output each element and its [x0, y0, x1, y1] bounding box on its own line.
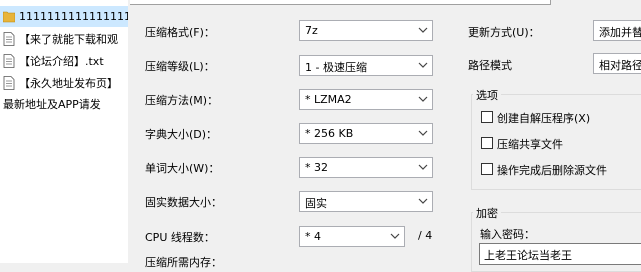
delete-source-checkbox[interactable]	[481, 163, 493, 175]
level-select[interactable]: 1 - 极速压缩	[299, 55, 433, 76]
password-input[interactable]: 上老王论坛当老王	[479, 243, 641, 265]
chevron-down-icon	[418, 27, 428, 33]
file-name: 【来了就能下载和观	[19, 33, 118, 46]
sfx-label: 创建自解压程序(X)	[497, 112, 591, 125]
cpu-total: / 4	[418, 229, 433, 242]
text-file-icon	[3, 76, 15, 90]
file-list-item[interactable]: 【来了就能下载和观	[0, 29, 128, 50]
chevron-down-icon	[418, 130, 428, 136]
format-value: 7z	[305, 24, 318, 37]
update-value: 添加并替	[599, 26, 641, 39]
word-value: * 32	[305, 161, 328, 174]
file-name: 【永久地址发布页】	[19, 77, 118, 90]
word-label: 单词大小(W)：	[145, 162, 220, 175]
cpu-label: CPU 线程数：	[145, 231, 215, 244]
path-label: 路径模式	[468, 59, 512, 72]
update-label: 更新方式(U)：	[468, 26, 540, 39]
dict-select[interactable]: * 256 KB	[299, 123, 433, 144]
chevron-down-icon	[390, 233, 400, 239]
text-file-icon	[3, 54, 15, 68]
file-name: 最新地址及APP请发	[3, 98, 101, 111]
dict-label: 字典大小(D)：	[145, 128, 218, 141]
chevron-down-icon	[418, 62, 428, 68]
solid-select[interactable]: 固实	[299, 191, 433, 212]
file-list-item[interactable]: 最新地址及APP请发	[0, 94, 128, 115]
file-list-item[interactable]: 【论坛介绍】.txt	[0, 51, 128, 72]
memory-label: 压缩所需内存：	[145, 256, 222, 269]
format-select[interactable]: 7z	[299, 20, 433, 41]
file-name: 1111111111111111	[19, 10, 128, 23]
method-select[interactable]: * LZMA2	[299, 89, 433, 110]
password-label: 输入密码：	[480, 228, 535, 241]
dict-value: * 256 KB	[305, 127, 354, 140]
sfx-checkbox[interactable]	[481, 111, 493, 123]
level-value: 1 - 极速压缩	[305, 61, 367, 74]
method-label: 压缩方法(M)：	[145, 94, 219, 107]
shared-files-label: 压缩共享文件	[497, 138, 563, 151]
chevron-down-icon	[418, 198, 428, 204]
shared-files-checkbox[interactable]	[481, 137, 493, 149]
solid-value: 固实	[305, 197, 327, 210]
chevron-down-icon	[418, 96, 428, 102]
password-value: 上老王论坛当老王	[484, 249, 572, 262]
cpu-select[interactable]: * 4	[299, 226, 405, 247]
method-value: * LZMA2	[305, 93, 352, 106]
format-label: 压缩格式(F)：	[145, 26, 215, 39]
file-list-item[interactable]: 【永久地址发布页】	[0, 73, 128, 94]
cpu-value: * 4	[305, 230, 321, 243]
solid-label: 固实数据大小：	[145, 196, 222, 209]
delete-source-label: 操作完成后删除源文件	[497, 164, 607, 177]
encrypt-title: 加密	[473, 205, 501, 221]
dialog-top-edge	[130, 0, 551, 5]
text-file-icon	[3, 32, 15, 46]
chevron-down-icon	[418, 164, 428, 170]
level-label: 压缩等级(L)：	[145, 60, 215, 73]
update-select[interactable]: 添加并替	[593, 20, 641, 41]
path-select[interactable]: 相对路径	[593, 53, 641, 74]
folder-icon	[3, 11, 15, 23]
file-list-item[interactable]: 1111111111111111	[0, 6, 128, 27]
file-list[interactable]: 1111111111111111 【来了就能下载和观 【论坛介绍】.txt 【永…	[0, 0, 129, 263]
path-value: 相对路径	[599, 59, 641, 72]
file-name: 【论坛介绍】.txt	[19, 55, 104, 68]
word-select[interactable]: * 32	[299, 157, 433, 178]
options-title: 选项	[473, 87, 501, 103]
